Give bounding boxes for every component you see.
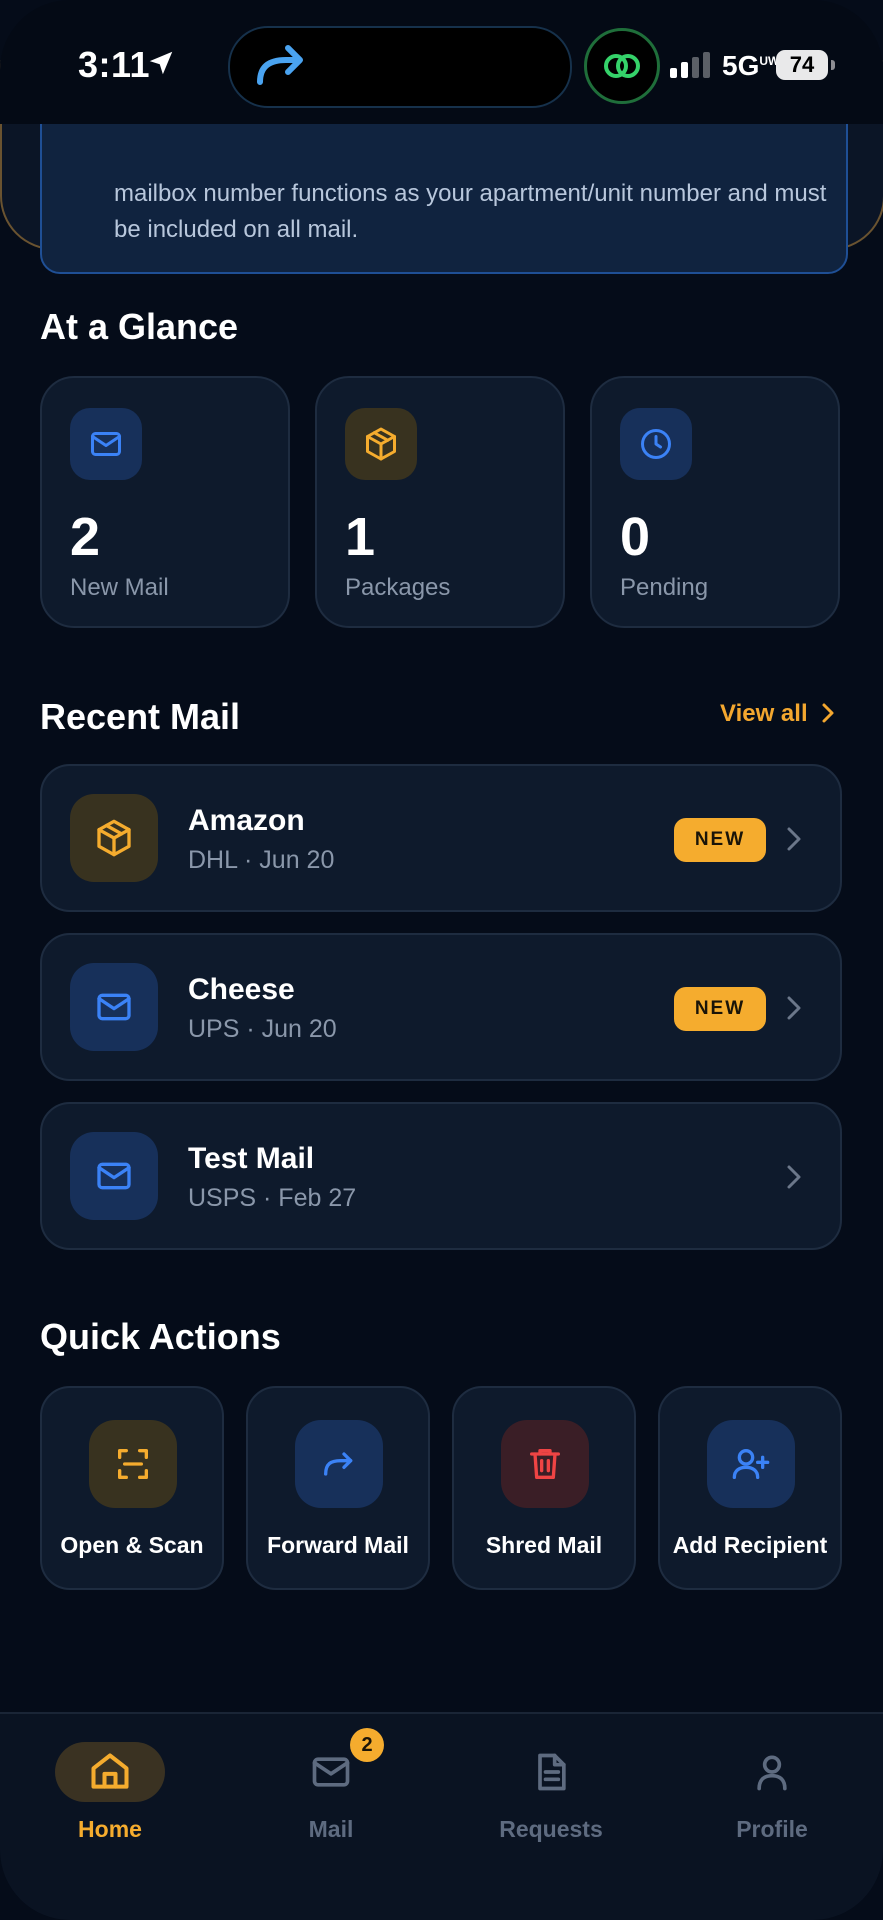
glance-icon-wrap	[70, 408, 142, 480]
add-user-icon	[732, 1449, 770, 1479]
link-indicator[interactable]	[584, 28, 660, 104]
new-badge: NEW	[674, 987, 766, 1031]
nav-profile[interactable]: Profile	[682, 1742, 862, 1843]
quick-action-label: Open & Scan	[60, 1532, 204, 1558]
view-all-label: View all	[720, 700, 808, 727]
mail-icon	[97, 993, 131, 1021]
nav-requests[interactable]: Requests	[461, 1742, 641, 1843]
glance-label: Pending	[620, 574, 709, 601]
home-icon	[91, 1753, 129, 1789]
mail-row-subtitle: DHL · Jun 20	[188, 846, 335, 874]
chevron-right-icon	[787, 996, 801, 1020]
nav-icon-wrap	[496, 1742, 606, 1802]
view-all-link[interactable]: View all	[720, 700, 836, 728]
chevron-right-icon	[787, 1165, 801, 1189]
bottom-nav: Home 2 Mail Requests Profile	[0, 1712, 883, 1920]
mail-row-icon-wrap	[70, 794, 158, 882]
user-icon	[757, 1755, 787, 1791]
quick-action-label: Add Recipient	[672, 1532, 828, 1558]
chevron-right-icon	[822, 703, 834, 723]
quick-action-icon-wrap	[295, 1420, 383, 1508]
forward-icon	[324, 1452, 353, 1476]
mail-row-icon-wrap	[70, 963, 158, 1051]
nav-label: Profile	[736, 1816, 808, 1842]
quick-action-open-scan[interactable]: Open & Scan	[40, 1386, 224, 1590]
signal-icon	[670, 52, 710, 78]
network-label: 5G	[722, 50, 760, 81]
nav-icon-wrap	[55, 1742, 165, 1802]
mail-row-subtitle: UPS · Jun 20	[188, 1015, 337, 1043]
glance-value: 0	[620, 507, 651, 567]
battery-indicator: 74	[776, 50, 835, 80]
nav-label: Mail	[308, 1816, 354, 1842]
mail-icon	[97, 1162, 131, 1190]
link-icon	[604, 54, 640, 78]
section-title-at-a-glance: At a Glance	[40, 306, 239, 347]
mail-row-test-mail[interactable]: Test Mail USPS · Feb 27	[40, 1102, 842, 1250]
scan-icon	[118, 1449, 148, 1479]
glance-icon-wrap	[620, 408, 692, 480]
mail-row-amazon[interactable]: Amazon DHL · Jun 20 NEW	[40, 764, 842, 912]
unread-count-badge: 2	[350, 1728, 384, 1762]
nav-mail[interactable]: 2 Mail	[241, 1728, 421, 1843]
glance-value: 1	[345, 507, 376, 567]
mail-icon	[91, 432, 121, 456]
package-icon	[97, 819, 131, 857]
glance-icon-wrap	[345, 408, 417, 480]
glance-label: Packages	[345, 574, 451, 601]
mail-icon	[312, 1757, 350, 1787]
quick-action-icon-wrap	[707, 1420, 795, 1508]
glance-card-pending[interactable]: 0 Pending	[590, 376, 840, 628]
chevron-right-icon	[787, 827, 801, 851]
glance-card-new-mail[interactable]: 2 New Mail	[40, 376, 290, 628]
quick-action-icon-wrap	[501, 1420, 589, 1508]
package-icon	[366, 427, 396, 461]
mail-row-icon-wrap	[70, 1132, 158, 1220]
section-title-recent-mail: Recent Mail	[40, 696, 241, 737]
forward-arrow-icon	[257, 45, 303, 85]
trash-icon	[530, 1449, 560, 1479]
dynamic-island[interactable]	[228, 26, 572, 108]
nav-label: Requests	[499, 1816, 603, 1842]
mail-row-subtitle: USPS · Feb 27	[188, 1184, 357, 1212]
network-indicator: 5GUW	[722, 50, 779, 82]
notice-text: mailbox number functions as your apartme…	[114, 180, 827, 243]
nav-home[interactable]: Home	[20, 1742, 200, 1843]
status-time: 3:11	[78, 44, 151, 85]
app-screen: mailbox number functions as your apartme…	[0, 0, 883, 1920]
glance-value: 2	[70, 507, 101, 567]
mailbox-notice: mailbox number functions as your apartme…	[40, 122, 848, 274]
document-icon	[538, 1753, 566, 1791]
mail-row-cheese[interactable]: Cheese UPS · Jun 20 NEW	[40, 933, 842, 1081]
quick-action-forward-mail[interactable]: Forward Mail	[246, 1386, 430, 1590]
quick-action-label: Forward Mail	[267, 1532, 409, 1558]
nav-label: Home	[78, 1816, 142, 1842]
glance-card-packages[interactable]: 1 Packages	[315, 376, 565, 628]
status-bar: 3:11 5GUW 74	[0, 0, 883, 124]
mail-row-title: Amazon	[188, 804, 305, 837]
location-arrow-icon	[149, 51, 173, 75]
clock-icon	[641, 429, 671, 459]
section-title-quick-actions: Quick Actions	[40, 1316, 281, 1357]
quick-action-shred-mail[interactable]: Shred Mail	[452, 1386, 636, 1590]
quick-action-icon-wrap	[89, 1420, 177, 1508]
mail-row-title: Cheese	[188, 973, 295, 1006]
new-badge: NEW	[674, 818, 766, 862]
quick-action-label: Shred Mail	[485, 1532, 603, 1558]
nav-icon-wrap: 2	[276, 1728, 386, 1802]
nav-icon-wrap	[717, 1742, 827, 1802]
quick-action-add-recipient[interactable]: Add Recipient	[658, 1386, 842, 1590]
glance-label: New Mail	[70, 574, 169, 601]
mail-row-title: Test Mail	[188, 1142, 315, 1175]
